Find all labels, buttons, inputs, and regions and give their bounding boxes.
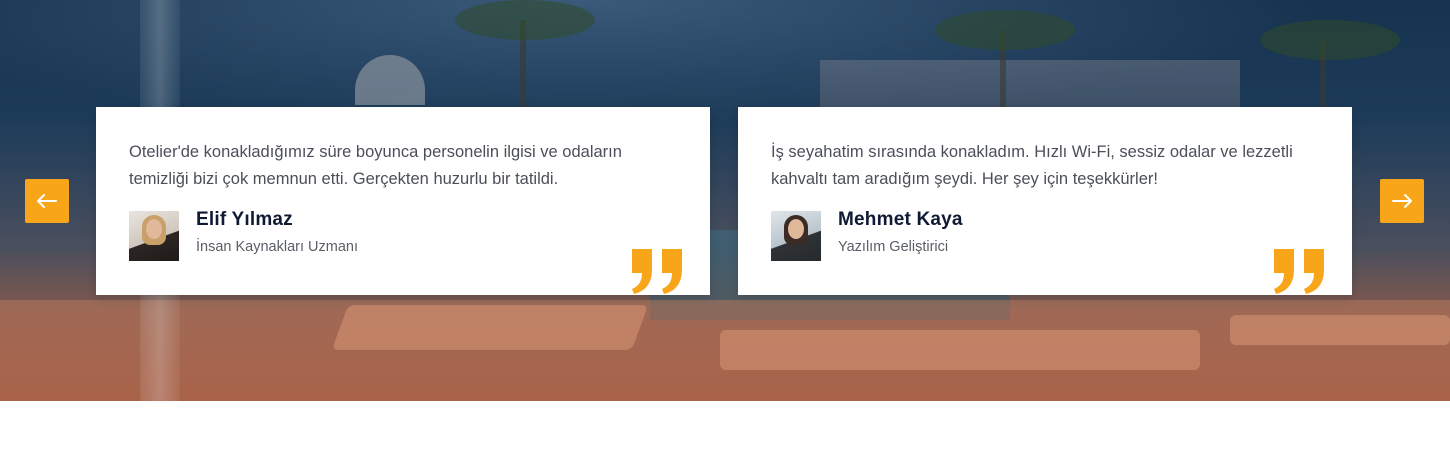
reviewer-name: Mehmet Kaya [838,209,963,230]
palm-frond [935,10,1075,50]
palm-frond [1260,20,1400,60]
previous-testimonial-button[interactable] [25,179,69,223]
reviewer-role: Yazılım Geliştirici [838,239,949,255]
reviewer-name: Elif Yılmaz [196,209,293,230]
testimonial-text: İş seyahatim sırasında konakladım. Hızlı… [771,143,1293,188]
testimonial-text: Otelier'de konakladığımız süre boyunca p… [129,143,622,188]
avatar-face [788,219,804,239]
palm-frond [455,0,595,40]
next-testimonial-button[interactable] [1380,179,1424,223]
quote-icon [632,249,682,294]
arrow-left-icon [37,194,57,208]
arrow-right-icon [1392,194,1412,208]
sun-lounger [1230,315,1450,345]
reviewer-role: İnsan Kaynakları Uzmanı [196,239,358,255]
testimonial-card: Otelier'de konakladığımız süre boyunca p… [96,107,710,295]
avatar [129,211,179,261]
quote-icon [1274,249,1324,294]
sun-lounger [331,305,649,350]
testimonial-card: İş seyahatim sırasında konakladım. Hızlı… [738,107,1352,295]
sun-lounger [720,330,1200,370]
avatar [771,211,821,261]
avatar-face [146,219,162,239]
